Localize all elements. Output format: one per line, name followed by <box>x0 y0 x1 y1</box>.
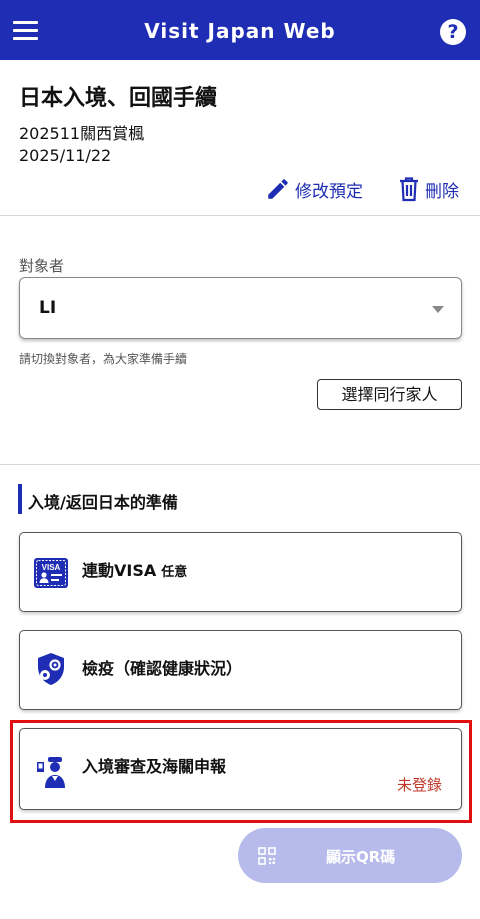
optional-tag: 任意 <box>161 565 188 580</box>
delete-button[interactable]: 刪除 <box>397 174 459 204</box>
visa-card-label: 連動VISA <box>82 561 157 580</box>
edit-plan-button[interactable]: 修改預定 <box>265 174 363 204</box>
person-field-label: 對象者 <box>19 257 65 275</box>
immigration-officer-icon <box>37 757 65 788</box>
visa-link-card[interactable]: VISA 連動VISA 任意 <box>19 532 462 612</box>
shield-gear-icon <box>38 653 64 685</box>
page-title: 日本入境、回國手續 <box>19 86 218 111</box>
trip-name: 202511關西賞楓 <box>19 124 145 143</box>
person-select[interactable]: LI <box>19 277 462 339</box>
app-title: Visit Japan Web <box>144 19 336 43</box>
chevron-down-icon <box>432 306 444 313</box>
section-title: 入境/返回日本的準備 <box>28 493 178 512</box>
qr-code-icon <box>258 847 276 865</box>
edit-plan-label: 修改預定 <box>295 181 363 202</box>
pencil-icon <box>268 179 288 199</box>
svg-text:VISA: VISA <box>42 563 61 572</box>
divider <box>0 215 480 216</box>
visa-card-label-row: 連動VISA 任意 <box>82 557 187 581</box>
quarantine-card[interactable]: 檢疫（確認健康狀況） <box>19 630 462 710</box>
person-select-value: LI <box>39 298 57 318</box>
visa-card-icon: VISA <box>34 558 68 588</box>
trip-date: 2025/11/22 <box>19 146 112 165</box>
immigration-customs-card[interactable]: 入境審查及海關申報 未登錄 <box>19 728 462 810</box>
show-qr-button[interactable]: 顯示QR碼 <box>238 828 462 883</box>
select-companion-button[interactable]: 選擇同行家人 <box>317 379 462 410</box>
person-helper-text: 請切換對象者，為大家準備手續 <box>19 352 188 366</box>
trash-icon <box>400 177 418 202</box>
section-accent-bar <box>18 484 22 514</box>
show-qr-label: 顯示QR碼 <box>326 848 396 866</box>
immigration-customs-label: 入境審查及海關申報 <box>82 757 227 776</box>
help-icon[interactable]: ? <box>440 19 466 45</box>
status-badge: 未登錄 <box>397 776 443 794</box>
divider <box>0 464 480 465</box>
quarantine-card-label: 檢疫（確認健康狀況） <box>82 659 243 678</box>
delete-label: 刪除 <box>425 181 459 202</box>
app-header: Visit Japan Web ? <box>0 0 480 60</box>
